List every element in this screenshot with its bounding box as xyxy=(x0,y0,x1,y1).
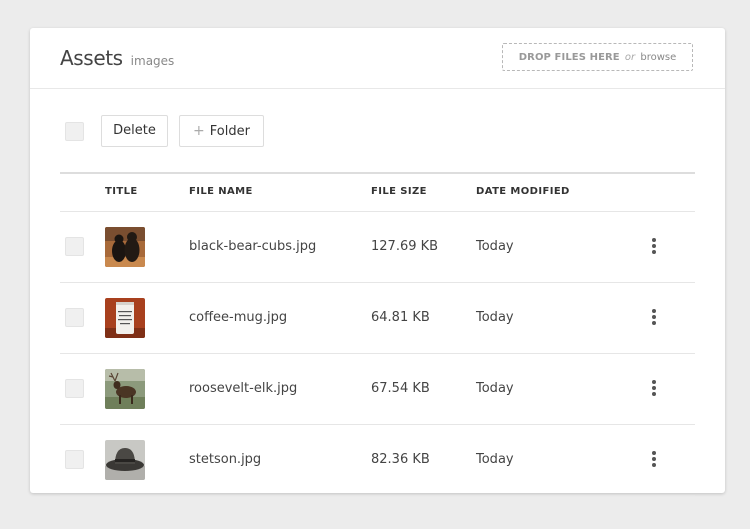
more-options-icon[interactable] xyxy=(647,449,661,469)
plus-icon: + xyxy=(193,123,205,139)
file-size: 64.81 KB xyxy=(371,310,430,325)
more-options-icon[interactable] xyxy=(647,236,661,256)
date-modified: Today xyxy=(476,381,514,396)
folder-button-label: Folder xyxy=(209,124,250,139)
column-header-date-modified[interactable]: DATE MODIFIED xyxy=(476,186,570,197)
browse-link[interactable]: browse xyxy=(640,52,676,63)
new-folder-button[interactable]: + Folder xyxy=(179,115,264,147)
table-row[interactable]: roosevelt-elk.jpg 67.54 KB Today xyxy=(60,354,695,425)
assets-card: Assets images DROP FILES HERE or browse … xyxy=(30,28,725,496)
file-dropzone[interactable]: DROP FILES HERE or browse xyxy=(502,43,693,71)
table-row[interactable]: black-bear-cubs.jpg 127.69 KB Today xyxy=(60,212,695,283)
date-modified: Today xyxy=(476,452,514,467)
row-checkbox[interactable] xyxy=(65,308,84,327)
dropzone-label: DROP FILES HERE xyxy=(518,52,620,63)
column-header-file-size[interactable]: FILE SIZE xyxy=(371,186,427,197)
date-modified: Today xyxy=(476,310,514,325)
table-row[interactable]: coffee-mug.jpg 64.81 KB Today xyxy=(60,283,695,354)
file-name[interactable]: black-bear-cubs.jpg xyxy=(189,239,316,254)
roosevelt-elk-thumbnail[interactable] xyxy=(105,369,145,409)
delete-button[interactable]: Delete xyxy=(101,115,168,147)
file-size: 67.54 KB xyxy=(371,381,430,396)
column-header-file-name[interactable]: FILE NAME xyxy=(189,186,253,197)
title-text: Assets xyxy=(60,46,123,70)
assets-table: TITLE FILE NAME FILE SIZE DATE MODIFIED … xyxy=(60,172,695,496)
more-options-icon[interactable] xyxy=(647,307,661,327)
file-name[interactable]: roosevelt-elk.jpg xyxy=(189,381,297,396)
select-all-checkbox[interactable] xyxy=(65,122,84,141)
stetson-thumbnail[interactable] xyxy=(105,440,145,480)
table-row[interactable]: stetson.jpg 82.36 KB Today xyxy=(60,425,695,496)
file-name[interactable]: stetson.jpg xyxy=(189,452,261,467)
card-header: Assets images DROP FILES HERE or browse xyxy=(30,28,725,89)
page-subtitle: images xyxy=(130,54,175,68)
page-title: Assets images xyxy=(60,46,174,70)
row-checkbox[interactable] xyxy=(65,237,84,256)
more-options-icon[interactable] xyxy=(647,378,661,398)
coffee-mug-thumbnail[interactable] xyxy=(105,298,145,338)
delete-button-label: Delete xyxy=(113,123,156,138)
date-modified: Today xyxy=(476,239,514,254)
file-size: 127.69 KB xyxy=(371,239,439,254)
column-header-title[interactable]: TITLE xyxy=(105,186,138,197)
file-size: 82.36 KB xyxy=(371,452,430,467)
table-header: TITLE FILE NAME FILE SIZE DATE MODIFIED xyxy=(60,174,695,212)
row-checkbox[interactable] xyxy=(65,379,84,398)
file-name[interactable]: coffee-mug.jpg xyxy=(189,310,287,325)
row-checkbox[interactable] xyxy=(65,450,84,469)
dropzone-or: or xyxy=(624,52,636,63)
black-bear-cubs-thumbnail[interactable] xyxy=(105,227,145,267)
